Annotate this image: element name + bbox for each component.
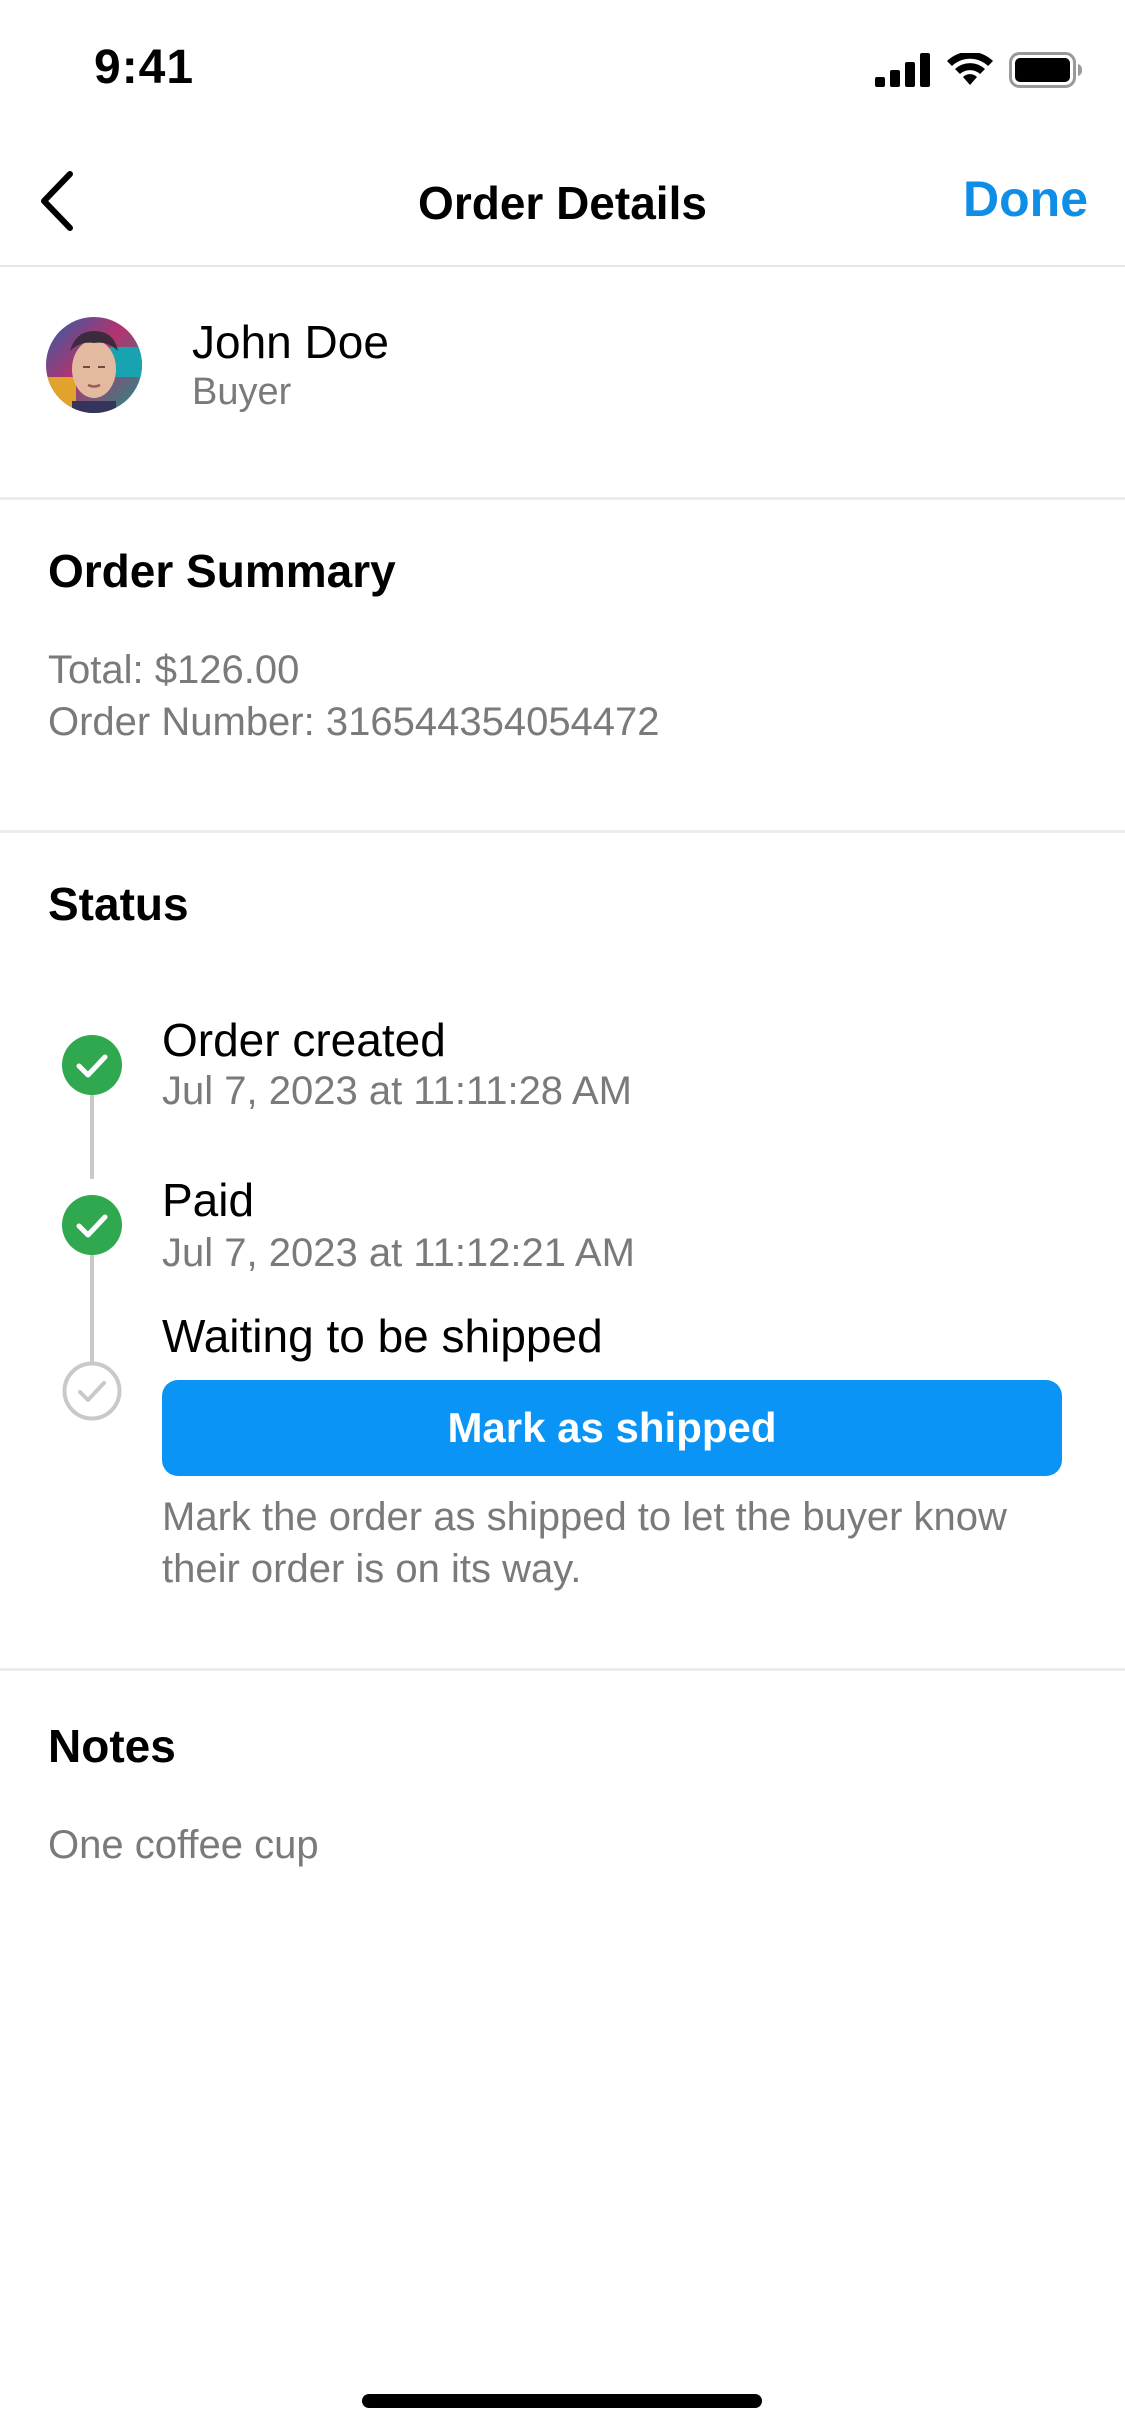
status-bar: 9:41 — [0, 0, 1125, 140]
order-summary-section: Order Summary Total: $126.00 Order Numbe… — [0, 500, 1125, 833]
order-total: Total: $126.00 — [48, 648, 300, 692]
order-number: Order Number: 316544354054472 — [48, 700, 660, 744]
notes-text: One coffee cup — [48, 1823, 319, 1867]
order-details-screen: 9:41 Order Details Done John Doe Buyer O… — [0, 0, 1125, 2436]
done-button[interactable]: Done — [963, 170, 1088, 228]
cellular-signal-icon — [875, 53, 931, 87]
pending-check-circle-icon — [62, 1361, 122, 1421]
ship-help-text: Mark the order as shipped to let the buy… — [162, 1495, 1007, 1591]
home-indicator[interactable] — [362, 2394, 762, 2408]
status-section: Status Order created Jul 7, 2023 at 11:1… — [0, 833, 1125, 1671]
notes-title: Notes — [48, 1720, 176, 1772]
page-title: Order Details — [418, 177, 707, 229]
step-title: Paid — [162, 1174, 255, 1226]
order-summary-title: Order Summary — [48, 545, 396, 597]
avatar — [46, 317, 142, 413]
step-title: Waiting to be shipped — [162, 1310, 603, 1362]
status-icons — [875, 50, 1083, 90]
navigation-bar: Order Details Done — [0, 140, 1125, 267]
battery-icon — [1009, 52, 1083, 88]
step-timestamp: Jul 7, 2023 at 11:12:21 AM — [162, 1231, 635, 1275]
step-timestamp: Jul 7, 2023 at 11:11:28 AM — [162, 1069, 632, 1113]
buyer-row[interactable]: John Doe Buyer — [0, 267, 1125, 500]
wifi-icon — [947, 53, 993, 87]
check-circle-icon — [62, 1195, 122, 1255]
mark-as-shipped-button[interactable]: Mark as shipped — [162, 1380, 1062, 1476]
buyer-role: Buyer — [192, 371, 292, 413]
step-title: Order created — [162, 1014, 446, 1066]
status-title: Status — [48, 878, 189, 930]
buyer-name: John Doe — [192, 316, 389, 368]
check-circle-icon — [62, 1035, 122, 1095]
notes-section: Notes One coffee cup — [0, 1671, 1125, 1921]
status-time: 9:41 — [94, 41, 195, 94]
